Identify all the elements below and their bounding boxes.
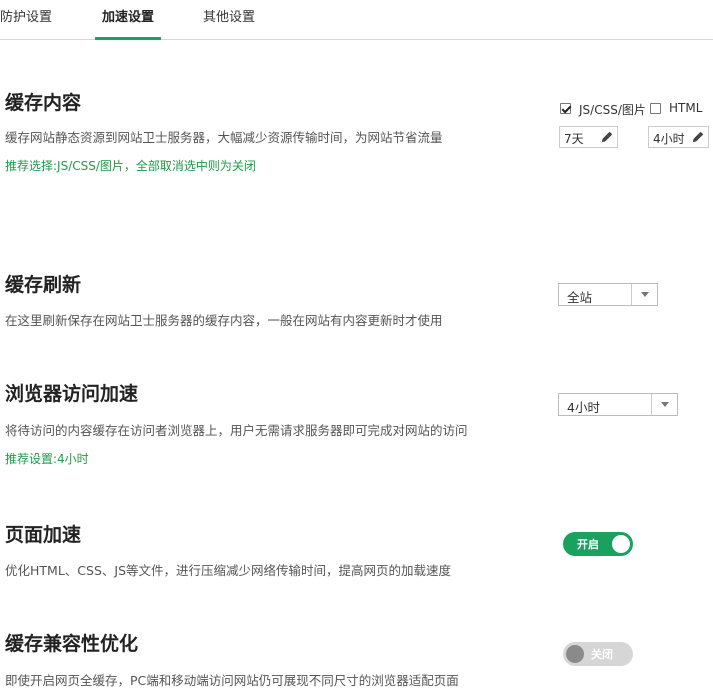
- tab-protection-settings[interactable]: 防护设置: [0, 0, 62, 40]
- js-css-image-checkbox[interactable]: [560, 103, 571, 114]
- html-checkbox[interactable]: [650, 103, 661, 114]
- html-label: HTML: [669, 101, 703, 115]
- cache-compat-title: 缓存兼容性优化: [5, 633, 139, 655]
- page-accel-description: 优化HTML、CSS、JS等文件，进行压缩减少网络传输时间，提高网页的加载速度: [5, 563, 452, 578]
- browser-cache-duration-select[interactable]: 4小时: [558, 393, 678, 416]
- page-accel-title: 页面加速: [5, 524, 82, 546]
- html-duration-field[interactable]: 4小时: [648, 126, 709, 148]
- cache-compat-toggle[interactable]: 关闭: [563, 642, 633, 666]
- cache-refresh-title: 缓存刷新: [5, 274, 82, 296]
- page-accel-toggle[interactable]: 开启: [563, 532, 633, 556]
- toggle-knob: [566, 645, 584, 663]
- settings-tabbar: 防护设置 加速设置 其他设置: [0, 0, 713, 40]
- cache-content-recommend: 推荐选择:JS/CSS/图片，全部取消选中则为关闭: [5, 159, 256, 173]
- pencil-icon[interactable]: [691, 130, 705, 144]
- page-accel-toggle-label: 开启: [577, 538, 599, 551]
- cache-compat-toggle-label: 关闭: [591, 648, 613, 661]
- toggle-knob: [612, 535, 630, 553]
- chevron-down-icon[interactable]: [631, 284, 657, 305]
- js-css-image-duration-value: 7天: [564, 132, 584, 146]
- cache-refresh-scope-select[interactable]: 全站: [558, 283, 658, 306]
- cache-refresh-scope-value: 全站: [567, 290, 593, 305]
- js-css-image-duration-field[interactable]: 7天: [559, 126, 618, 148]
- tab-acceleration-settings[interactable]: 加速设置: [95, 0, 161, 40]
- browser-accel-description: 将待访问的内容缓存在访问者浏览器上，用户无需请求服务器即可完成对网站的访问: [5, 423, 468, 438]
- chevron-down-icon[interactable]: [651, 394, 677, 415]
- cache-content-title: 缓存内容: [5, 92, 82, 114]
- html-duration-value: 4小时: [653, 132, 685, 146]
- pencil-icon[interactable]: [600, 130, 614, 144]
- browser-accel-title: 浏览器访问加速: [5, 383, 139, 405]
- js-css-image-label: JS/CSS/图片: [579, 103, 646, 117]
- cache-content-description: 缓存网站静态资源到网站卫士服务器，大幅减少资源传输时间，为网站节省流量: [5, 130, 443, 145]
- cache-refresh-description: 在这里刷新保存在网站卫士服务器的缓存内容，一般在网站有内容更新时才使用: [5, 313, 443, 328]
- cache-compat-description: 即使开启网页全缓存，PC端和移动端访问网站仍可展现不同尺寸的浏览器适配页面: [5, 673, 459, 688]
- acceleration-settings-page: 防护设置 加速设置 其他设置 缓存内容 缓存网站静态资源到网站卫士服务器，大幅减…: [0, 0, 713, 696]
- browser-cache-duration-value: 4小时: [567, 400, 600, 415]
- browser-accel-recommend: 推荐设置:4小时: [5, 452, 89, 466]
- tab-other-settings[interactable]: 其他设置: [196, 0, 262, 40]
